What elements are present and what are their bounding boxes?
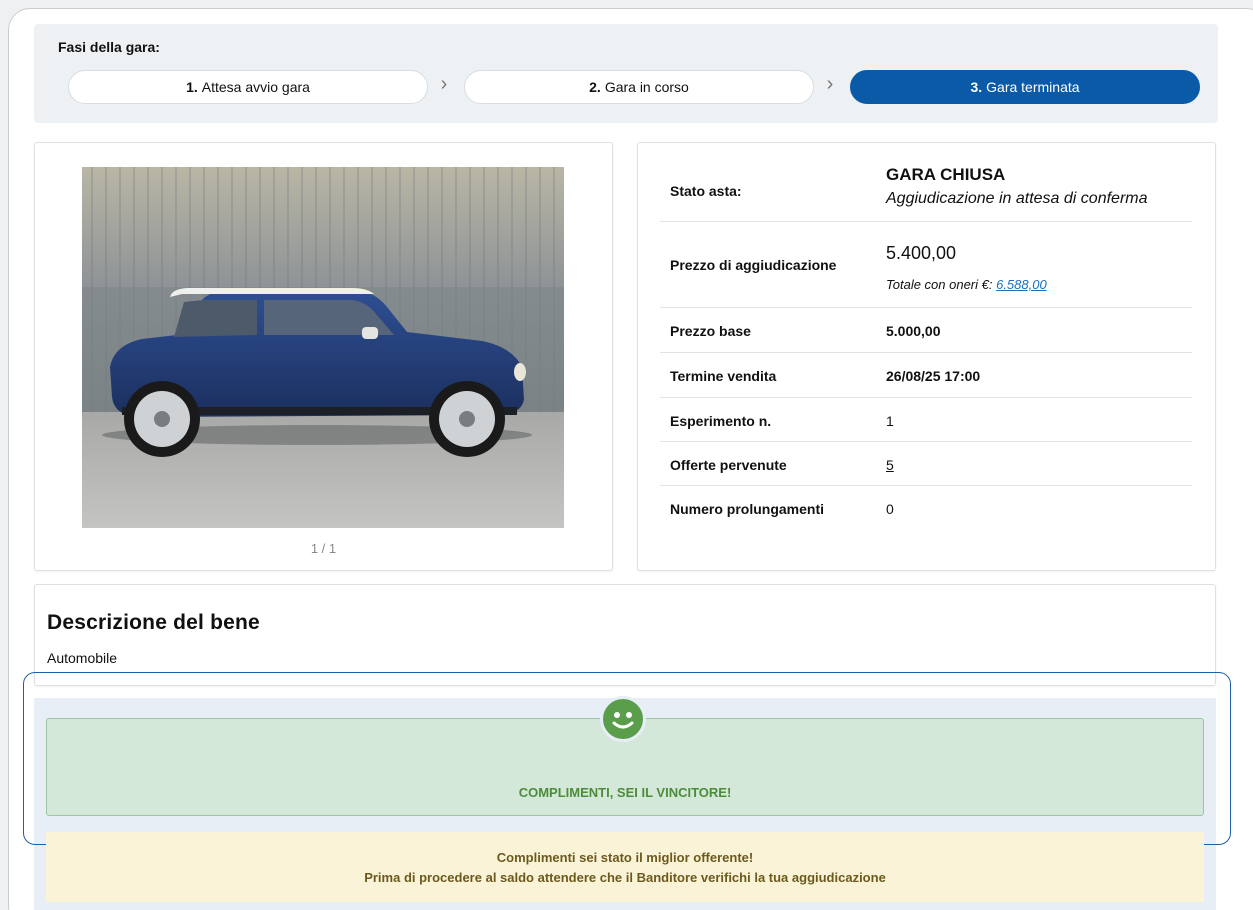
end-date-label: Termine vendita bbox=[670, 368, 777, 384]
gallery-counter: 1 / 1 bbox=[310, 541, 337, 556]
offers-label: Offerte pervenute bbox=[670, 457, 787, 473]
info-row-end-date: Termine vendita 26/08/25 17:00 bbox=[660, 353, 1192, 398]
step-ended: 3. Gara terminata bbox=[850, 70, 1200, 104]
step-waiting: 1. Attesa avvio gara bbox=[68, 70, 428, 104]
end-date-value: 26/08/25 17:00 bbox=[886, 368, 981, 384]
step-label: Gara terminata bbox=[986, 79, 1080, 95]
extensions-value: 0 bbox=[886, 501, 894, 517]
step-label: Attesa avvio gara bbox=[201, 79, 310, 95]
price-label: Prezzo di aggiudicazione bbox=[670, 257, 837, 273]
info-row-extensions: Numero prolungamenti 0 bbox=[660, 486, 1192, 530]
step-number: 3. bbox=[970, 79, 983, 95]
status-sub: Aggiudicazione in attesa di conferma bbox=[886, 190, 1148, 207]
step-label: Gara in corso bbox=[604, 79, 689, 95]
step-number: 1. bbox=[186, 79, 198, 95]
notice-banner: Complimenti sei stato il miglior offeren… bbox=[46, 832, 1204, 902]
vehicle-photo[interactable] bbox=[82, 167, 564, 528]
base-price-label: Prezzo base bbox=[670, 323, 751, 339]
info-row-price: Prezzo di aggiudicazione 5.400,00 Totale… bbox=[660, 222, 1192, 308]
chevron-right-icon: › bbox=[826, 73, 834, 95]
base-price-value: 5.000,00 bbox=[886, 323, 941, 339]
price-value: 5.400,00 bbox=[886, 243, 957, 263]
focus-highlight bbox=[23, 672, 1231, 845]
price-total-link[interactable]: 6.588,00 bbox=[996, 277, 1047, 292]
status-label: Stato asta: bbox=[670, 183, 742, 199]
notice-line-2: Prima di procedere al saldo attendere ch… bbox=[364, 870, 886, 885]
extensions-label: Numero prolungamenti bbox=[670, 501, 825, 517]
chevron-right-icon: › bbox=[440, 73, 448, 95]
description-text: Automobile bbox=[47, 650, 118, 666]
status-value: GARA CHIUSA bbox=[886, 165, 1006, 184]
step-number: 2. bbox=[589, 79, 601, 95]
experiment-label: Esperimento n. bbox=[670, 413, 772, 429]
description-title: Descrizione del bene bbox=[47, 611, 260, 634]
description-card: Descrizione del bene Automobile bbox=[34, 584, 1216, 686]
phases-title: Fasi della gara: bbox=[58, 39, 160, 55]
price-total: Totale con oneri €: 6.588,00 bbox=[886, 277, 1047, 292]
photo-card: 1 / 1 bbox=[34, 142, 613, 571]
notice-line-1: Complimenti sei stato il miglior offeren… bbox=[496, 850, 754, 865]
auction-info-card: Stato asta: GARA CHIUSA Aggiudicazione i… bbox=[637, 142, 1216, 571]
offers-link[interactable]: 5 bbox=[886, 457, 894, 473]
info-row-offers: Offerte pervenute 5 bbox=[660, 442, 1192, 486]
experiment-value: 1 bbox=[886, 413, 894, 429]
price-total-label: Totale con oneri €: bbox=[886, 277, 997, 292]
step-in-progress: 2. Gara in corso bbox=[464, 70, 814, 104]
auction-phases: Fasi della gara: 1. Attesa avvio gara › … bbox=[34, 24, 1218, 123]
info-row-base-price: Prezzo base 5.000,00 bbox=[660, 308, 1192, 353]
info-row-status: Stato asta: GARA CHIUSA Aggiudicazione i… bbox=[660, 157, 1192, 222]
info-row-experiment: Esperimento n. 1 bbox=[660, 398, 1192, 442]
